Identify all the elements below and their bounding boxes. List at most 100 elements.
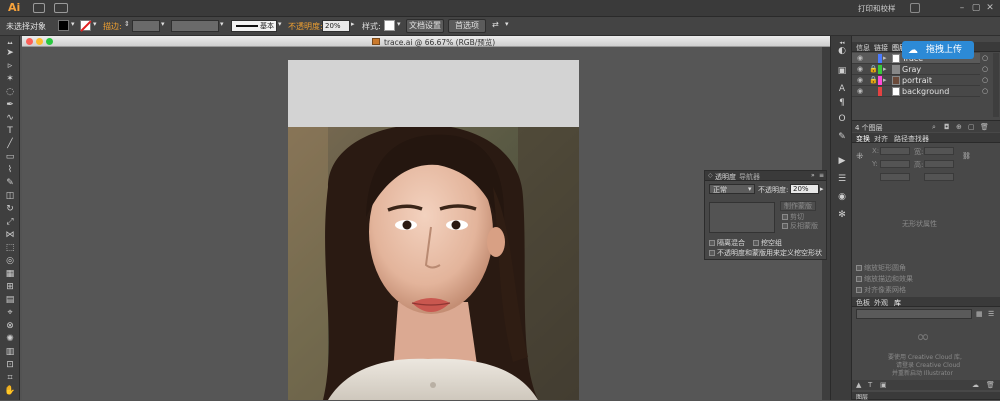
fill-swatch[interactable] [58, 20, 69, 31]
free-transform-tool-icon[interactable]: ⬚ [4, 243, 16, 253]
chevron-down-icon[interactable]: ▾ [93, 20, 97, 28]
gradient-tool-icon[interactable]: ▤ [4, 295, 16, 305]
tab-pathfinder[interactable]: 路径查找器 [894, 134, 929, 144]
make-mask-button[interactable]: 制作蒙版 [780, 201, 816, 211]
chevron-down-icon[interactable]: ▾ [220, 20, 224, 28]
rotate-tool-icon[interactable]: ↻ [4, 204, 16, 214]
panel-collapse-icon[interactable]: ▴▴ [4, 38, 16, 46]
list-view-icon[interactable]: ☰ [988, 310, 994, 318]
visibility-eye-icon[interactable]: ◉ [857, 76, 863, 84]
brush-style-field[interactable]: 基本 [231, 20, 277, 32]
shear-field[interactable] [924, 173, 954, 181]
target-icon[interactable]: ○ [982, 87, 988, 95]
preferences-button[interactable]: 首选项 [448, 19, 486, 33]
scale-tool-icon[interactable]: ⤢ [4, 217, 16, 227]
opentype-panel-icon[interactable]: O [836, 114, 848, 124]
magic-wand-tool-icon[interactable]: ✶ [4, 74, 16, 84]
symbol-sprayer-tool-icon[interactable]: ✺ [4, 334, 16, 344]
cloud-upload-button[interactable]: ☁ 拖拽上传 [902, 41, 974, 59]
hand-tool-icon[interactable]: ✋ [4, 386, 16, 396]
text-icon[interactable]: T [868, 381, 872, 389]
tab-appearance[interactable]: 外观 [874, 298, 888, 308]
curvature-tool-icon[interactable]: ∿ [4, 113, 16, 123]
variable-width-field[interactable] [171, 20, 219, 32]
align-pixel-grid-checkbox[interactable] [856, 287, 862, 293]
close-window-button[interactable] [26, 38, 33, 45]
chevron-down-icon[interactable]: ▾ [505, 20, 509, 28]
opacity-input[interactable]: 20% [790, 184, 819, 194]
arrange-documents-icon[interactable] [54, 3, 68, 13]
width-field[interactable] [924, 147, 954, 155]
workspace-switcher[interactable]: 打印和校样 [858, 3, 896, 14]
slice-tool-icon[interactable]: ⌗ [4, 373, 16, 383]
eyedropper-tool-icon[interactable]: ⌖ [4, 308, 16, 318]
new-layer-icon[interactable]: ▢ [968, 123, 975, 131]
panel-grip-icon[interactable]: ◇ [708, 172, 713, 179]
chevron-right-icon[interactable]: ▸ [351, 20, 355, 28]
x-field[interactable] [880, 147, 910, 155]
blend-tool-icon[interactable]: ⊗ [4, 321, 16, 331]
artboard-tool-icon[interactable]: ⊡ [4, 360, 16, 370]
graphic-style-swatch[interactable] [384, 20, 395, 31]
lock-icon[interactable]: 🔒 [869, 76, 878, 84]
layers-scrollbar[interactable] [993, 53, 999, 117]
layer-row[interactable]: ◉ 🔒 ▸ Gray [852, 64, 980, 75]
image-icon[interactable]: ▣ [880, 381, 887, 389]
scale-corners-checkbox[interactable] [856, 265, 862, 271]
tab-navigator[interactable]: 导航器 [739, 172, 760, 182]
target-icon[interactable]: ○ [982, 65, 988, 73]
stroke-stepper-icon[interactable]: ⇕ [124, 20, 130, 28]
bridge-icon[interactable] [33, 3, 45, 13]
tab-info[interactable]: 信息 [856, 43, 870, 53]
chevron-down-icon[interactable]: ▾ [161, 20, 165, 28]
opacity-mask-checkbox[interactable] [709, 250, 715, 256]
visibility-eye-icon[interactable]: ◉ [857, 87, 863, 95]
portrait-photo[interactable] [288, 127, 579, 400]
mesh-tool-icon[interactable]: ⊞ [4, 282, 16, 292]
knockout-group-checkbox[interactable] [753, 240, 759, 246]
angle-field[interactable] [880, 173, 910, 181]
layer-name[interactable]: portrait [902, 76, 932, 85]
pencil-tool-icon[interactable]: ✎ [4, 178, 16, 188]
grid-view-icon[interactable]: ▦ [976, 310, 983, 318]
target-icon[interactable]: ○ [982, 76, 988, 84]
y-field[interactable] [880, 160, 910, 168]
collapse-icon[interactable]: » [811, 172, 815, 179]
clipping-mask-icon[interactable]: ◘ [944, 123, 950, 131]
search-icon[interactable] [910, 3, 920, 13]
opacity-field[interactable]: 20% [322, 20, 350, 32]
visibility-eye-icon[interactable]: ◉ [857, 54, 863, 62]
chevron-down-icon[interactable]: ▾ [278, 20, 282, 28]
line-tool-icon[interactable]: ╱ [4, 139, 16, 149]
locate-object-icon[interactable]: ⌕ [932, 123, 936, 132]
paragraph-panel-icon[interactable]: ¶ [836, 98, 848, 108]
clip-checkbox[interactable] [782, 214, 788, 220]
tab-transform[interactable]: 变换 [856, 134, 870, 144]
perspective-grid-tool-icon[interactable]: ▦ [4, 269, 16, 279]
scale-strokes-checkbox[interactable] [856, 276, 862, 282]
visibility-eye-icon[interactable]: ◉ [857, 65, 863, 73]
delete-icon[interactable]: 🗑 [986, 381, 995, 389]
tab-transparency[interactable]: 透明度 [715, 172, 736, 182]
layer-name[interactable]: background [902, 87, 949, 96]
library-select[interactable] [856, 309, 972, 319]
width-tool-icon[interactable]: ⋈ [4, 230, 16, 240]
direct-selection-tool-icon[interactable]: ▹ [4, 61, 16, 71]
artboard-empty-area[interactable] [288, 60, 579, 127]
color-panel-icon[interactable]: ◐ [836, 46, 848, 56]
tab-align[interactable]: 对齐 [874, 134, 888, 144]
expand-arrow-icon[interactable]: ▸ [883, 65, 887, 73]
chevron-right-icon[interactable]: ▸ [820, 185, 824, 193]
opacity-label[interactable]: 不透明度: [288, 21, 323, 32]
delete-layer-icon[interactable]: 🗑 [980, 123, 989, 131]
isolate-blending-checkbox[interactable] [709, 240, 715, 246]
arrange-icon[interactable]: ⇄ [492, 20, 499, 29]
layer-row[interactable]: ◉ 🔒 ▸ portrait [852, 75, 980, 86]
eraser-tool-icon[interactable]: ◫ [4, 191, 16, 201]
panel-menu-icon[interactable]: ≡ [819, 172, 824, 179]
cloud-sync-icon[interactable]: ☁ [972, 381, 979, 389]
brushes-panel-icon[interactable]: ✎ [836, 132, 848, 142]
height-field[interactable] [924, 160, 954, 168]
expand-arrow-icon[interactable]: ▸ [883, 54, 887, 62]
type-tool-icon[interactable]: T [4, 126, 16, 136]
